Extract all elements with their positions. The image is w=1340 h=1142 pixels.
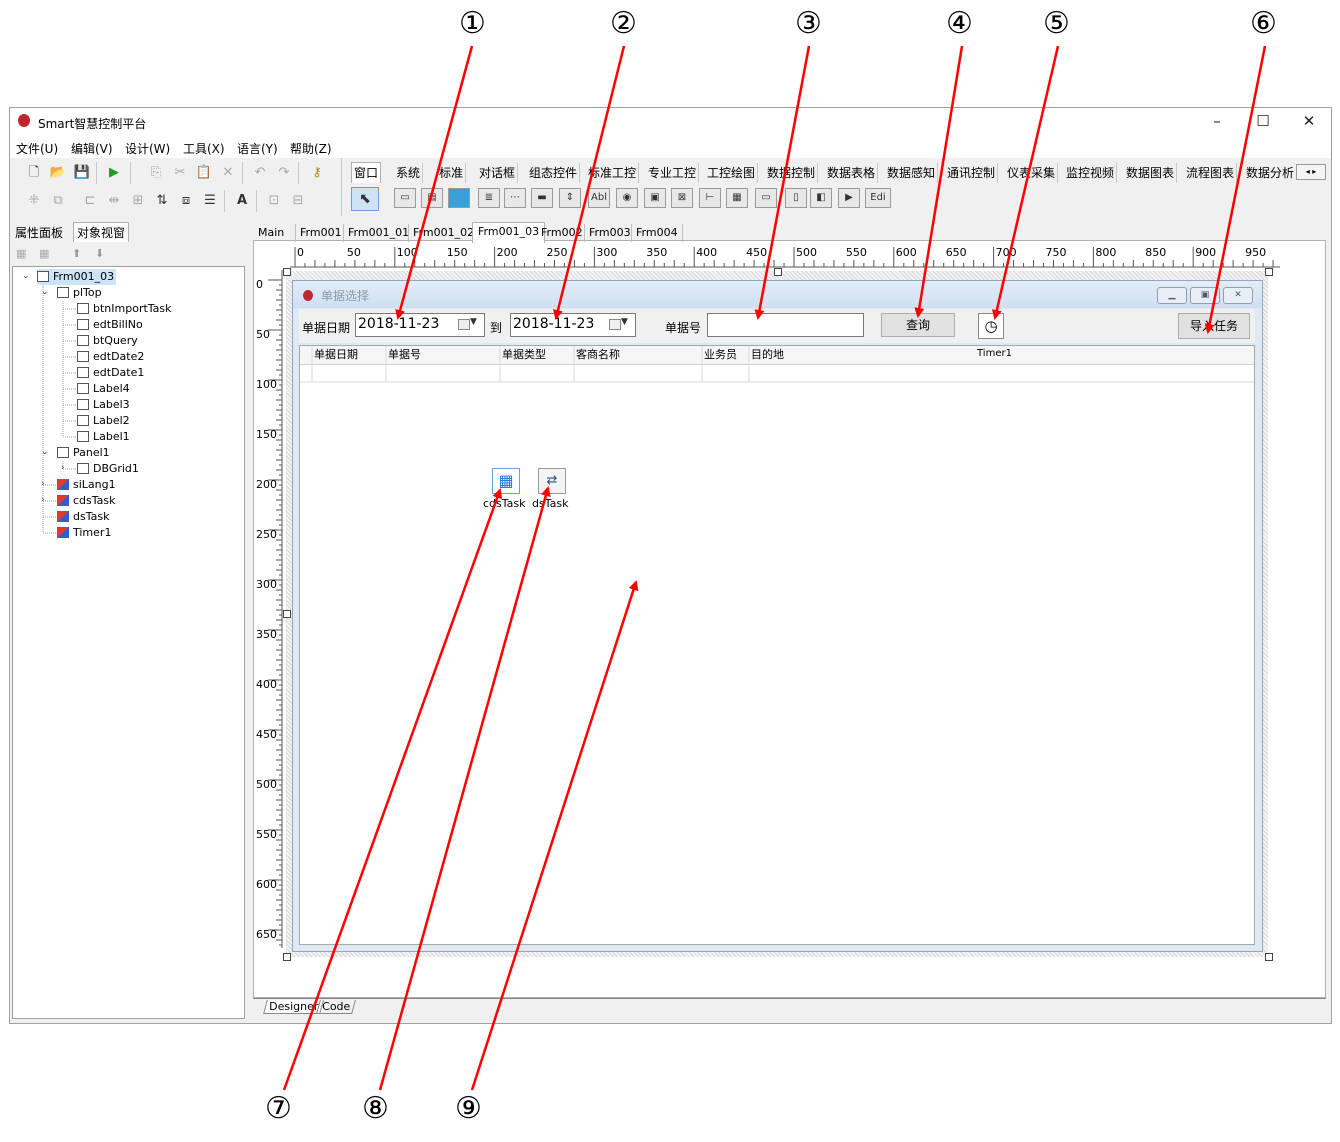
annotation-arrow: [395, 45, 474, 320]
annotation-arrow: [754, 45, 811, 320]
annotation-9: ⑨: [455, 1091, 482, 1126]
annotation-arrow: [378, 486, 551, 1091]
annotation-4: ④: [946, 6, 973, 41]
annotation-7: ⑦: [265, 1091, 292, 1126]
annotation-5: ⑤: [1043, 6, 1070, 41]
annotation-arrow: [1204, 45, 1267, 334]
annotation-3: ③: [795, 6, 822, 41]
annotation-arrow: [470, 580, 639, 1091]
annotation-arrow: [553, 45, 626, 320]
annotation-8: ⑧: [362, 1091, 389, 1126]
annotation-arrow: [991, 45, 1060, 320]
annotation-6: ⑥: [1250, 6, 1277, 41]
annotation-arrow: [914, 45, 964, 318]
annotation-arrow: [282, 488, 502, 1091]
annotation-arrows: [282, 45, 1267, 1091]
annotation-1: ①: [459, 6, 486, 41]
annotation-2: ②: [610, 6, 637, 41]
